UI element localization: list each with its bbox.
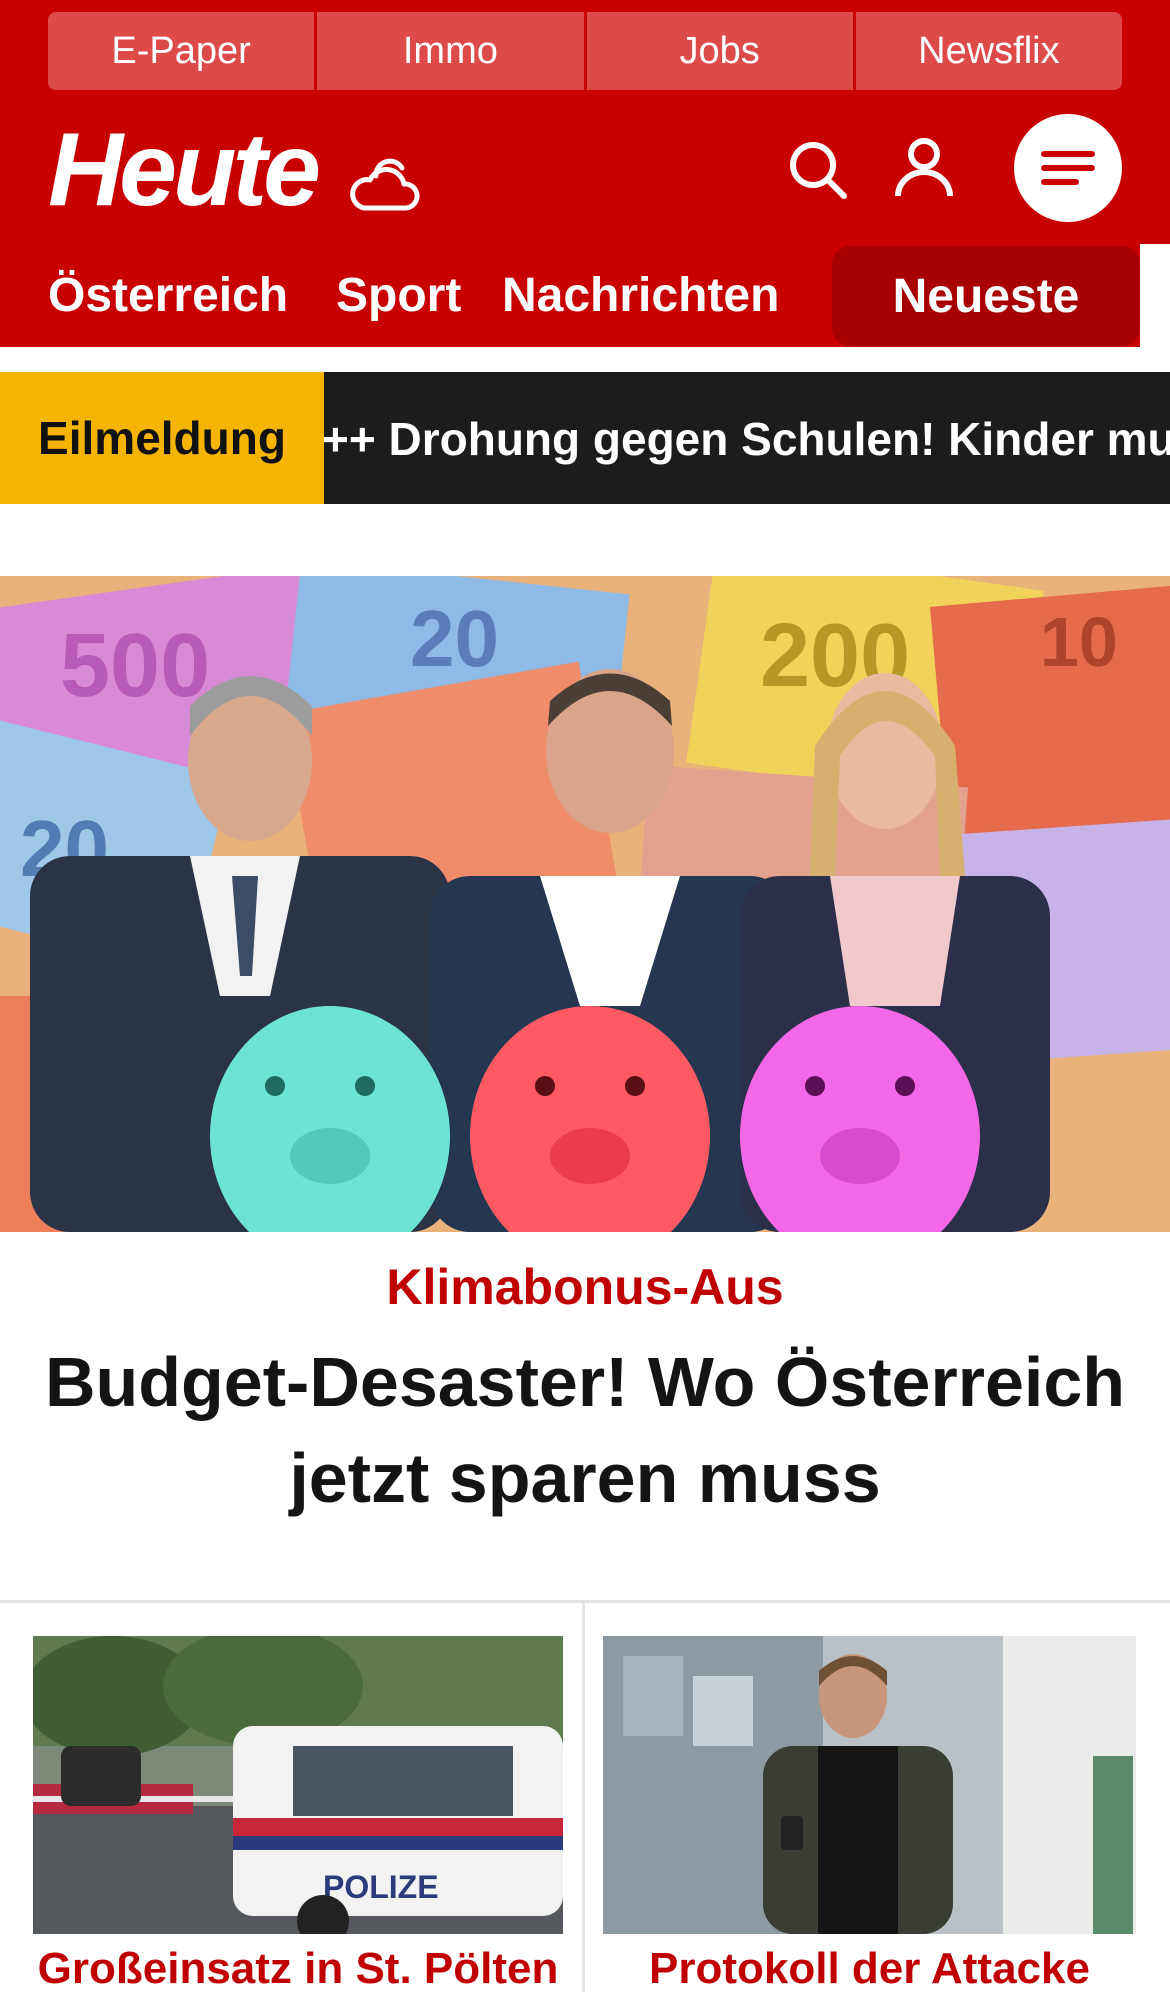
svg-text:20: 20 (410, 594, 499, 683)
column-divider (582, 1603, 585, 1992)
article-card-title-attack[interactable]: Protokoll der Attacke (603, 1944, 1136, 1992)
search-icon[interactable] (786, 138, 850, 202)
breaking-news-ticker[interactable]: Eilmeldung ++ Drohung gegen Schulen! Kin… (0, 372, 1170, 504)
breaking-news-label: Eilmeldung (0, 372, 324, 504)
nav-item-sport[interactable]: Sport (336, 268, 461, 323)
hero-kicker[interactable]: Klimabonus-Aus (0, 1258, 1170, 1316)
section-divider (0, 1600, 1170, 1603)
site-logo[interactable]: Heute (48, 118, 321, 222)
article-card-image-police[interactable]: POLIZE (33, 1636, 563, 1934)
man-portrait-illustration (603, 1636, 1136, 1934)
menu-button[interactable] (1014, 114, 1122, 222)
breaking-news-text[interactable]: ++ Drohung gegen Schulen! Kinder mu (322, 412, 1170, 466)
police-car-lettering: POLIZE (323, 1869, 439, 1905)
hero-photo-illustration: 500 20 200 10 20 (0, 576, 1170, 1232)
topnav-item-jobs[interactable]: Jobs (586, 12, 856, 90)
svg-text:10: 10 (1040, 603, 1118, 681)
menu-icon (1041, 151, 1095, 185)
article-card-title-police[interactable]: Großeinsatz in St. Pölten (33, 1944, 563, 1992)
nav-item-oesterreich[interactable]: Österreich (48, 268, 288, 323)
svg-text:500: 500 (60, 616, 210, 716)
nav-item-nachrichten[interactable]: Nachrichten (502, 268, 779, 323)
cloud-sun-icon[interactable] (346, 150, 422, 214)
topnav-item-newsflix[interactable]: Newsflix (855, 12, 1122, 90)
nav-item-neueste[interactable]: Neueste (832, 246, 1140, 346)
header-edge (1140, 244, 1170, 347)
top-navigation: E-Paper Immo Jobs Newsflix (48, 12, 1122, 90)
police-scene-illustration: POLIZE (33, 1636, 563, 1934)
topnav-item-immo[interactable]: Immo (317, 12, 587, 90)
article-card-image-attack[interactable] (603, 1636, 1136, 1934)
user-icon[interactable] (892, 136, 956, 200)
main-navigation: Österreich Sport Nachrichten Neueste (0, 244, 1170, 347)
hero-headline[interactable]: Budget-Desaster! Wo Österreich jetzt spa… (0, 1334, 1170, 1526)
hero-image[interactable]: 500 20 200 10 20 (0, 576, 1170, 1232)
site-header: E-Paper Immo Jobs Newsflix Heute Österre… (0, 0, 1170, 347)
topnav-item-epaper[interactable]: E-Paper (48, 12, 318, 90)
